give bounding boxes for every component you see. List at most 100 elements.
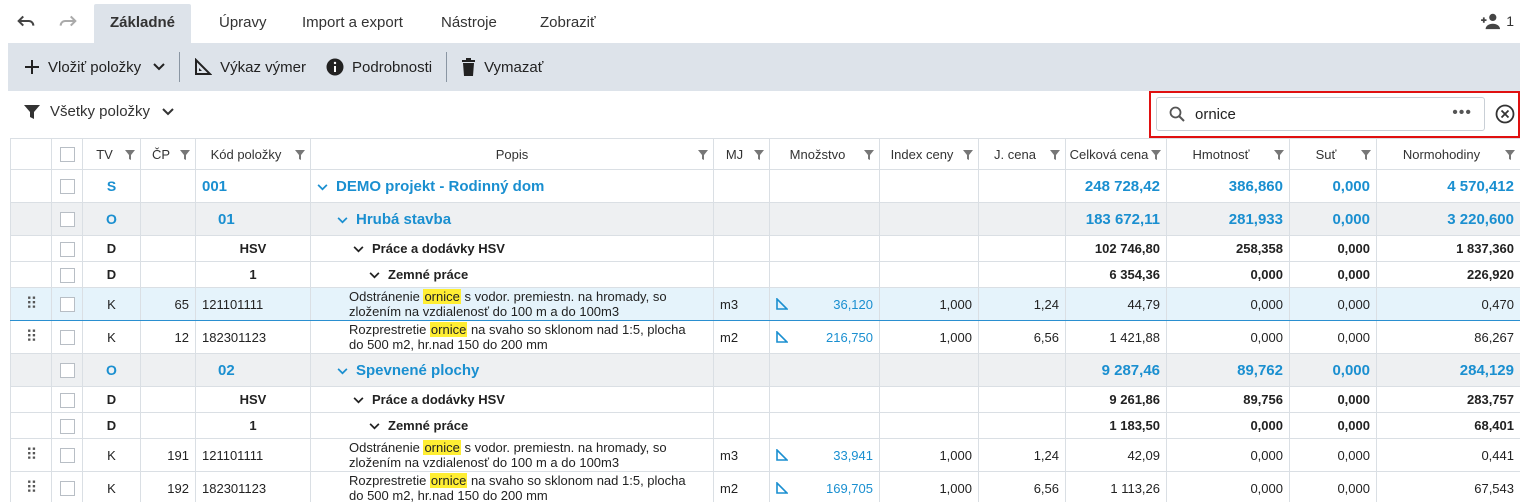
table-row[interactable]: ⠿ K 192 182301123 Rozprestretie ornice n… [10, 471, 1520, 502]
search-box[interactable]: ••• [1156, 97, 1485, 131]
delete-button[interactable]: Vymazať [451, 43, 553, 91]
select-cell[interactable] [51, 412, 83, 439]
cell-popis[interactable]: Odstránenie ornice s vodor. premiestn. n… [310, 287, 714, 321]
filter-icon[interactable] [180, 150, 190, 160]
measure-icon[interactable] [776, 449, 788, 461]
drag-handle-icon[interactable]: ⠿ [26, 480, 38, 497]
chevron-down-icon[interactable] [317, 180, 328, 194]
table-row[interactable]: D 1 Zemné práce 6 354,36 0,000 0,000 226… [10, 261, 1520, 288]
filter-icon[interactable] [1505, 150, 1515, 160]
cell-mnozstvo[interactable]: 33,941 [769, 438, 880, 472]
filter-icon[interactable] [295, 150, 305, 160]
filter-icon[interactable] [963, 150, 973, 160]
search-options-icon[interactable]: ••• [1452, 104, 1472, 122]
measure-icon[interactable] [776, 298, 788, 310]
col-celkova[interactable]: Celková cena [1065, 138, 1167, 170]
row-checkbox[interactable] [59, 241, 75, 257]
filter-icon[interactable] [754, 150, 764, 160]
row-checkbox[interactable] [59, 267, 75, 283]
table-row[interactable]: O 02 Spevnené plochy 9 287,46 89,762 0,0… [10, 353, 1520, 387]
tab-zobrazit[interactable]: Zobraziť [524, 4, 612, 43]
table-row[interactable]: ⠿ K 191 121101111 Odstránenie ornice s v… [10, 438, 1520, 472]
select-cell[interactable] [51, 235, 83, 262]
cell-popis[interactable]: Rozprestretie ornice na svaho so sklonom… [310, 471, 714, 502]
col-tv[interactable]: TV [82, 138, 141, 170]
col-select-all[interactable] [51, 138, 83, 170]
filter-icon[interactable] [1050, 150, 1060, 160]
tab-upravy[interactable]: Úpravy [203, 4, 283, 43]
table-row[interactable]: O 01 Hrubá stavba 183 672,11 281,933 0,0… [10, 202, 1520, 236]
row-checkbox[interactable] [59, 297, 75, 313]
redo-icon[interactable] [56, 10, 80, 34]
chevron-down-icon[interactable] [369, 419, 380, 433]
filter-icon[interactable] [125, 150, 135, 160]
items-filter-dropdown[interactable]: Všetky položky [24, 103, 174, 120]
row-checkbox[interactable] [59, 330, 75, 346]
cell-popis[interactable]: Rozprestretie ornice na svaho so sklonom… [310, 320, 714, 354]
row-checkbox[interactable] [59, 481, 75, 497]
cell-popis[interactable]: Odstránenie ornice s vodor. premiestn. n… [310, 438, 714, 472]
col-normohodiny[interactable]: Normohodiny [1376, 138, 1520, 170]
filter-icon[interactable] [1274, 150, 1284, 160]
cell-mnozstvo[interactable]: 169,705 [769, 471, 880, 502]
table-row[interactable]: ⠿ K 65 121101111 Odstránenie ornice s vo… [10, 287, 1520, 321]
chevron-down-icon[interactable] [369, 268, 380, 282]
drag-handle-cell[interactable]: ⠿ [10, 320, 52, 354]
cell-mnozstvo[interactable]: 216,750 [769, 320, 880, 354]
col-sut[interactable]: Suť [1289, 138, 1377, 170]
row-checkbox[interactable] [59, 179, 75, 195]
select-cell[interactable] [51, 320, 83, 354]
drag-handle-icon[interactable]: ⠿ [26, 329, 38, 346]
measure-icon[interactable] [776, 482, 788, 494]
filter-icon[interactable] [1151, 150, 1161, 160]
select-cell[interactable] [51, 386, 83, 413]
col-jcena[interactable]: J. cena [978, 138, 1066, 170]
cell-mnozstvo[interactable]: 36,120 [769, 287, 880, 321]
select-cell[interactable] [51, 438, 83, 472]
search-input[interactable] [1195, 105, 1445, 123]
col-popis[interactable]: Popis [310, 138, 714, 170]
collaborators[interactable]: 1 [1480, 12, 1514, 30]
tab-import-export[interactable]: Import a export [286, 4, 419, 43]
col-kod[interactable]: Kód položky [195, 138, 311, 170]
col-index[interactable]: Index ceny [879, 138, 979, 170]
col-hmotnost[interactable]: Hmotnosť [1166, 138, 1290, 170]
select-cell[interactable] [51, 287, 83, 321]
measure-report-button[interactable]: Výkaz výmer [184, 43, 316, 91]
chevron-down-icon[interactable] [353, 242, 364, 256]
filter-icon[interactable] [698, 150, 708, 160]
select-cell[interactable] [51, 261, 83, 288]
insert-items-button[interactable]: Vložiť položky [8, 43, 175, 91]
select-cell[interactable] [51, 169, 83, 203]
table-row[interactable]: D HSV Práce a dodávky HSV 102 746,80 258… [10, 235, 1520, 262]
drag-handle-icon[interactable]: ⠿ [26, 447, 38, 464]
chevron-down-icon[interactable] [353, 393, 364, 407]
col-mnozstvo[interactable]: Množstvo [769, 138, 880, 170]
table-row[interactable]: ⠿ K 12 182301123 Rozprestretie ornice na… [10, 320, 1520, 354]
undo-icon[interactable] [14, 10, 38, 34]
select-all-checkbox[interactable] [59, 147, 75, 163]
row-checkbox[interactable] [59, 212, 75, 228]
select-cell[interactable] [51, 471, 83, 502]
chevron-down-icon[interactable] [337, 213, 348, 227]
col-cp[interactable]: ČP [140, 138, 196, 170]
row-checkbox[interactable] [59, 392, 75, 408]
filter-icon[interactable] [1361, 150, 1371, 160]
table-row[interactable]: D HSV Práce a dodávky HSV 9 261,86 89,75… [10, 386, 1520, 413]
table-row[interactable]: D 1 Zemné práce 1 183,50 0,000 0,000 68,… [10, 412, 1520, 439]
drag-handle-cell[interactable]: ⠿ [10, 438, 52, 472]
details-button[interactable]: Podrobnosti [316, 43, 442, 91]
tab-zakladne[interactable]: Základné [94, 4, 192, 43]
row-checkbox[interactable] [59, 363, 75, 379]
drag-handle-icon[interactable]: ⠿ [26, 296, 38, 313]
measure-icon[interactable] [776, 331, 788, 343]
col-mj[interactable]: MJ [713, 138, 770, 170]
filter-icon[interactable] [864, 150, 874, 160]
drag-handle-cell[interactable]: ⠿ [10, 471, 52, 502]
row-checkbox[interactable] [59, 448, 75, 464]
chevron-down-icon[interactable] [337, 364, 348, 378]
select-cell[interactable] [51, 202, 83, 236]
clear-search-icon[interactable] [1495, 104, 1515, 124]
table-row[interactable]: S 001 DEMO projekt - Rodinný dom 248 728… [10, 169, 1520, 203]
select-cell[interactable] [51, 353, 83, 387]
